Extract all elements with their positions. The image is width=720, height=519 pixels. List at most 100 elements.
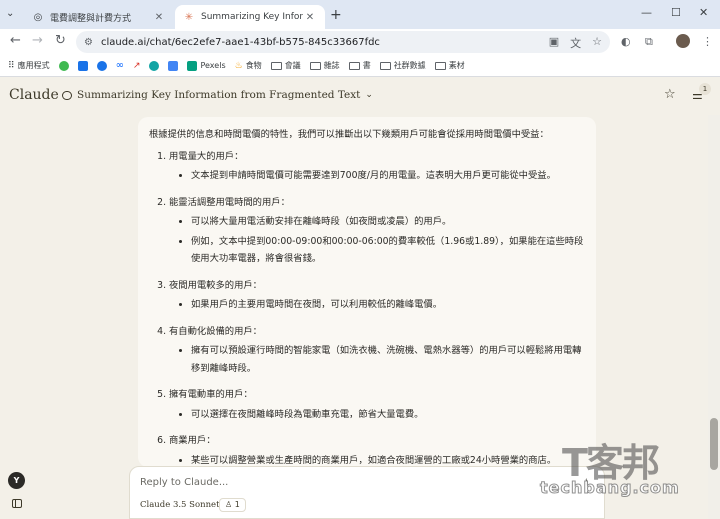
bookmark-label: Pexels	[200, 61, 226, 70]
bullet-item: 某些可以調整營業或生產時間的商業用戶，如適合夜間運營的工廠或24小時營業的商店。	[191, 452, 586, 468]
bullet-item: 可以將大量用電活動安排在離峰時段（如夜間或凌晨）的用戶。	[191, 213, 586, 231]
claude-icon: ✳	[184, 11, 194, 23]
menu-icon[interactable]: ⋮	[702, 35, 713, 48]
bookmark-s[interactable]	[149, 60, 160, 71]
close-window-icon[interactable]: ✕	[699, 6, 708, 19]
list-item: 擁有電動車的用戶： 可以選擇在夜間離峰時段為電動車充電，節省大量電費。	[169, 386, 586, 423]
bookmark-meta[interactable]: ∞	[116, 60, 124, 71]
globe-icon: ◎	[33, 11, 43, 23]
bookmark-blue[interactable]	[77, 60, 88, 71]
browser-toolbar: ← → ↻ ⚙ claude.ai/chat/6ec2efe7-aae1-43b…	[0, 29, 720, 55]
message-list: 用電量大的用戶： 文本提到申請時間電價可能需要達到700度/月的用電量。這表明大…	[149, 148, 586, 468]
bookmark-folder-meeting[interactable]: 會議	[270, 60, 301, 71]
list-item: 夜間用電較多的用戶： 如果用戶的主要用電時間在夜間，可以利用較低的離峰電價。	[169, 277, 586, 314]
fire-icon: ♨	[234, 60, 243, 71]
close-icon[interactable]: ✕	[152, 12, 166, 23]
bookmark-trend[interactable]: ↗	[133, 61, 141, 71]
address-bar[interactable]: ⚙ claude.ai/chat/6ec2efe7-aae1-43bf-b575…	[76, 31, 610, 53]
user-icon: ♙	[225, 500, 233, 509]
bookmark-c[interactable]	[96, 60, 107, 71]
reply-input[interactable]: Reply to Claude...	[140, 477, 228, 488]
tab-title: 電費調整與計費方式	[50, 13, 132, 24]
section-heading: 商業用戶：	[169, 435, 216, 446]
message-intro: 根據提供的信息和時間電價的特性，我們可以推斷出以下幾類用戶可能會從採用時間電價中…	[149, 129, 549, 140]
meta-icon: ∞	[115, 60, 124, 71]
project-count-badge: 1	[699, 83, 711, 95]
bookmark-label: 雜誌	[323, 61, 340, 70]
bookmark-pexels[interactable]: Pexels	[187, 60, 226, 71]
paperclip-icon[interactable]: ⌇	[584, 477, 589, 490]
translate-icon[interactable]: 文	[570, 35, 581, 51]
bookmark-label: 書	[362, 61, 371, 70]
back-icon[interactable]: ←	[10, 33, 21, 48]
list-item: 用電量大的用戶： 文本提到申請時間電價可能需要達到700度/月的用電量。這表明大…	[169, 148, 586, 185]
bookmark-folder-assets[interactable]: 素材	[434, 60, 465, 71]
scrollbar-thumb[interactable]	[710, 418, 718, 470]
site-info-icon[interactable]: ⚙	[84, 37, 93, 48]
app-header: Claude Summarizing Key Information from …	[0, 77, 720, 115]
chat-title-button[interactable]: Summarizing Key Information from Fragmen…	[62, 89, 373, 101]
model-selector[interactable]: Claude 3.5 Sonnet	[140, 500, 220, 510]
blue-square-icon	[77, 60, 88, 71]
folder-icon	[270, 61, 282, 70]
section-heading: 能靈活調整用電時間的用戶：	[169, 196, 290, 208]
url-text: claude.ai/chat/6ec2efe7-aae1-43bf-b575-8…	[100, 36, 380, 48]
sidebar-toggle-icon[interactable]	[12, 499, 22, 508]
profile-avatar[interactable]	[676, 34, 690, 48]
chat-bubble-icon	[62, 90, 72, 100]
bookmark-label: 素材	[448, 61, 465, 70]
bookmark-label: 社群數據	[393, 61, 426, 70]
apps-grid-icon: ⠿	[8, 60, 15, 71]
s-logo-icon	[149, 60, 160, 71]
list-item: 商業用戶： 某些可以調整營業或生產時間的商業用戶，如適合夜間運營的工廠或24小時…	[169, 432, 586, 467]
tab-summarizing[interactable]: ✳ Summarizing Key Information ✕	[175, 5, 325, 29]
tab-strip: ⌄ ◎ 電費調整與計費方式 ✕ ✳ Summarizing Key Inform…	[0, 0, 720, 29]
user-avatar[interactable]: Y	[8, 472, 25, 489]
chevron-down-icon: ⌄	[365, 90, 373, 100]
bookmark-folder-social[interactable]: 社群數據	[379, 60, 426, 71]
bookmark-label: 應用程式	[17, 61, 50, 70]
new-tab-icon[interactable]: +	[330, 7, 342, 23]
bookmark-label: 會議	[284, 61, 301, 70]
bookmark-leaf[interactable]	[58, 60, 69, 71]
tab-search-icon[interactable]: ⌄	[6, 8, 14, 19]
list-item: 能靈活調整用電時間的用戶： 可以將大量用電活動安排在離峰時段（如夜間或凌晨）的用…	[169, 194, 586, 268]
tab-title: Summarizing Key Information	[201, 12, 303, 22]
folder-icon	[379, 61, 391, 70]
section-heading: 用電量大的用戶：	[169, 150, 244, 162]
bookmark-star-icon[interactable]: ☆	[592, 35, 602, 51]
star-icon[interactable]: ☆	[664, 87, 676, 102]
puzzle-icon[interactable]: ⧉	[645, 35, 653, 49]
bookmark-box[interactable]	[168, 60, 179, 71]
minimize-icon[interactable]: —	[641, 6, 652, 19]
close-icon[interactable]: ✕	[303, 12, 317, 23]
trend-icon: ↗	[132, 60, 141, 71]
reply-composer[interactable]: Reply to Claude... Claude 3.5 Sonnet ♙ 1…	[129, 466, 605, 519]
pexels-icon	[187, 60, 198, 71]
bookmark-folder-book[interactable]: 書	[348, 60, 371, 71]
bookmark-apps[interactable]: ⠿ 應用程式	[8, 60, 50, 71]
project-count: 1	[234, 500, 240, 509]
bookmark-food[interactable]: ♨ 食物	[235, 60, 262, 71]
folder-icon	[434, 61, 446, 70]
green-leaf-icon	[58, 60, 69, 71]
project-chip[interactable]: ♙ 1	[219, 498, 246, 512]
bullet-item: 如果用戶的主要用電時間在夜間，可以利用較低的離峰電價。	[191, 296, 586, 314]
tab-electricity[interactable]: ◎ 電費調整與計費方式 ✕	[24, 5, 174, 29]
bookmark-folder-magazine[interactable]: 雜誌	[309, 60, 340, 71]
bullet-item: 例如，文本中提到00:00-09:00和00:00-06:00的費率較低（1.9…	[191, 233, 586, 268]
section-heading: 有自動化設備的用戶：	[169, 325, 262, 337]
bookmarks-bar: ⠿ 應用程式 ∞ ↗ Pexels ♨ 食物 會議 雜誌 書 社群數據 素材	[0, 55, 720, 77]
claude-logo[interactable]: Claude	[9, 87, 59, 103]
bullet-item: 文本提到申請時間電價可能需要達到700度/月的用電量。這表明大用戶更可能從中受益…	[191, 167, 586, 185]
folder-icon	[309, 61, 321, 70]
assistant-message: 根據提供的信息和時間電價的特性，我們可以推斷出以下幾類用戶可能會從採用時間電價中…	[138, 117, 596, 467]
section-heading: 夜間用電較多的用戶：	[169, 279, 262, 291]
reload-icon[interactable]: ↻	[55, 33, 66, 48]
extension-icon[interactable]: ◐	[621, 35, 631, 48]
list-item: 有自動化設備的用戶： 擁有可以預設運行時間的智能家電（如洗衣機、洗碗機、電熱水器…	[169, 323, 586, 378]
cast-icon[interactable]: ▣	[549, 35, 559, 51]
maximize-icon[interactable]: ☐	[671, 6, 681, 19]
forward-icon[interactable]: →	[32, 33, 43, 48]
bookmark-label: 食物	[245, 61, 262, 70]
